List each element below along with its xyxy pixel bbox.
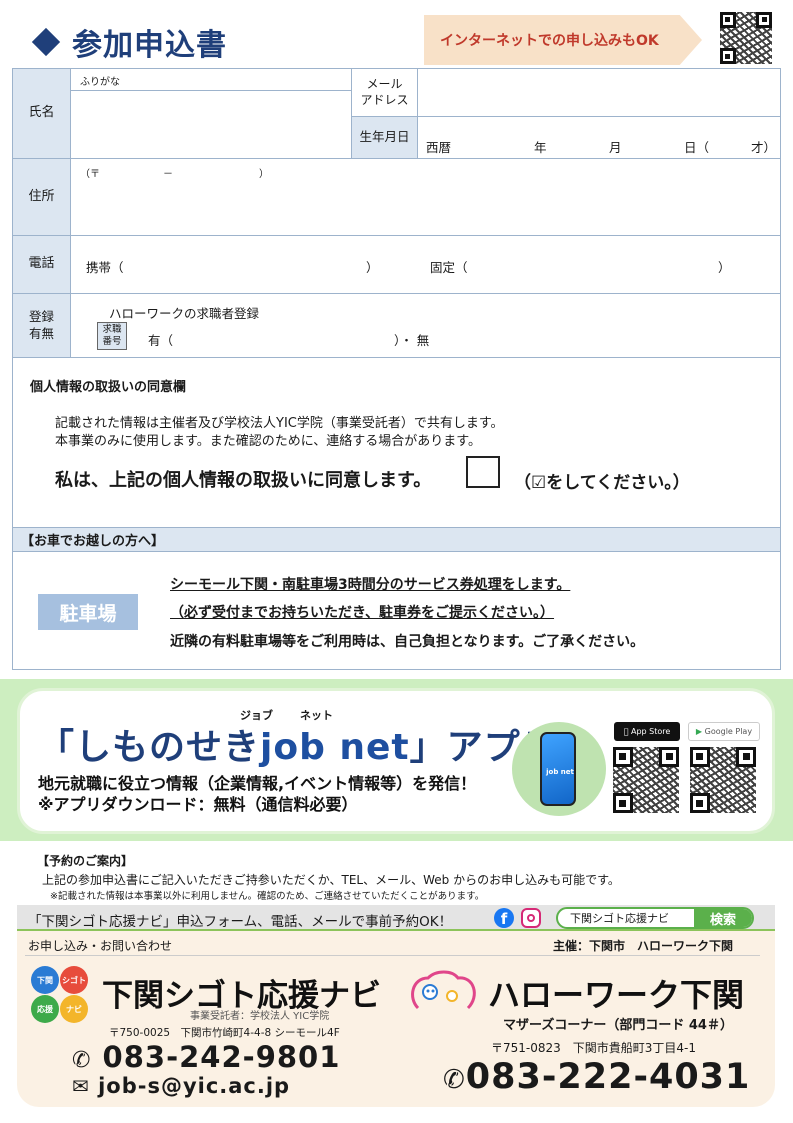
reservation-note: ※記載された情報は本事業以外に利用しません。確認のため、ご連絡させていただくこと… xyxy=(50,891,485,902)
shigoto-navi-logo: 下関 シゴト 応援 ナビ xyxy=(31,966,89,1024)
navi-address: 〒750-0025 下関市竹崎町4-4-8 シーモール4F xyxy=(109,1027,340,1039)
parking-line3: 近隣の有料駐車場等をご利用時は、自己負担となります。ご了承ください。 xyxy=(170,634,645,650)
dob-day: 日（ xyxy=(684,140,710,155)
parking-badge: 駐車場 xyxy=(38,594,138,630)
mobile-close: ） xyxy=(366,260,379,275)
landline-field[interactable] xyxy=(460,245,716,285)
app-title: 「しものせきjob net」アプリ xyxy=(38,727,558,768)
registration-yes: 有（ xyxy=(148,333,174,348)
qr-code-icon[interactable] xyxy=(690,747,756,813)
instagram-icon[interactable] xyxy=(521,908,541,928)
mobile-field[interactable] xyxy=(116,245,364,285)
app-store-badge[interactable]:  App Store xyxy=(614,722,680,741)
consent-checkbox[interactable] xyxy=(466,456,500,488)
qr-code-icon[interactable] xyxy=(720,12,772,64)
hellowork-name: ハローワーク下関 xyxy=(488,976,745,1014)
dob-month: 月 xyxy=(609,140,622,155)
phone-icon: job net xyxy=(540,732,576,806)
navi-phone[interactable]: ✆ 083-242-9801 xyxy=(72,1040,340,1074)
internet-application-banner: インターネットでの申し込みもOK xyxy=(424,15,702,65)
divider xyxy=(25,955,760,956)
consent-line1: 記載された情報は主催者及び学校法人YIC学院（事業受託者）で共有します。 xyxy=(55,416,504,431)
registration-no: ）・ 無 xyxy=(394,333,430,348)
landline-close: ） xyxy=(718,260,731,275)
qr-code-icon[interactable] xyxy=(613,747,679,813)
search-label: 下関シゴト応援ナビ xyxy=(570,912,669,925)
furigana-label: ふりがな xyxy=(80,77,120,88)
email-label: メール アドレス xyxy=(352,69,417,116)
name-field[interactable] xyxy=(71,91,351,158)
search-box[interactable]: 下関シゴト応援ナビ 検索 xyxy=(556,907,754,929)
name-label: 氏名 xyxy=(13,69,70,158)
parking-line2: （必ず受付までお持ちいただき、駐車券をご提示ください。） xyxy=(170,605,555,621)
job-number-field[interactable] xyxy=(172,322,390,350)
play-icon: ▶ xyxy=(695,727,705,736)
diamond-icon xyxy=(31,27,61,57)
smartphone-image: job net xyxy=(512,722,606,816)
hellowork-address: 〒751-0823 下関市貴船町3丁目4-1 xyxy=(491,1041,697,1055)
car-visitors-header: 【お車でお越しの方へ】 xyxy=(12,527,781,552)
hellowork-logo xyxy=(411,970,476,1010)
phone-icon: ✆ xyxy=(72,1048,92,1073)
reservation-bar-text: 「下関シゴト応援ナビ」申込フォーム、電話、メールで事前予約OK！ xyxy=(28,914,453,930)
address-field[interactable] xyxy=(71,159,780,235)
apple-icon:  xyxy=(624,727,629,736)
inquiry-label: お申し込み・お問い合わせ xyxy=(28,939,173,953)
google-play-badge[interactable]: ▶ Google Play xyxy=(688,722,760,741)
hw-registration-label: ハローワークの求職者登録 xyxy=(109,306,260,321)
consent-title: 個人情報の取扱いの同意欄 xyxy=(30,380,187,395)
reservation-title: 【予約のご案内】 xyxy=(37,854,134,868)
page-title: 参加申込書 xyxy=(31,20,227,64)
parking-line1: シーモール下関・南駐車場3時間分のサービス券処理をします。 xyxy=(170,577,571,593)
reservation-text: 上記の参加申込書にご記入いただきご持参いただくか、TEL、メール、Web からの… xyxy=(42,873,620,887)
divider xyxy=(12,293,781,294)
phone-icon: ✆ xyxy=(443,1065,466,1095)
email-field[interactable] xyxy=(418,69,780,116)
navi-operator: 事業受託者：学校法人 YIC学院 xyxy=(190,1011,330,1022)
dob-year: 年 xyxy=(534,140,547,155)
mail-icon: ✉ xyxy=(72,1074,90,1098)
consent-statement: 私は、上記の個人情報の取扱いに同意します。 xyxy=(55,470,432,491)
navi-email[interactable]: ✉ job-s@yic.ac.jp xyxy=(72,1074,290,1098)
facebook-icon[interactable]: f xyxy=(494,908,514,928)
app-line2: ※アプリダウンロード：無料（通信料必要） xyxy=(38,795,358,814)
hellowork-phone[interactable]: ✆083-222-4031 xyxy=(443,1057,750,1097)
consent-line2: 本事業のみに使用します。また確認のために、連絡する場合があります。 xyxy=(55,434,482,449)
title-text: 参加申込書 xyxy=(72,28,227,63)
address-label: 住所 xyxy=(13,159,70,235)
dob-age: 才） xyxy=(751,140,777,155)
divider xyxy=(12,235,781,236)
phone-label: 電話 xyxy=(13,236,70,293)
host-label: 主催：下関市 ハローワーク下関 xyxy=(553,939,734,953)
internet-note: インターネットでの申し込みもOK xyxy=(440,33,659,49)
registration-label: 登録 有無 xyxy=(13,294,70,357)
dob-label: 生年月日 xyxy=(352,117,417,158)
search-button[interactable]: 検索 xyxy=(694,909,752,927)
job-number-tag: 求職 番号 xyxy=(97,322,127,350)
consent-check-note: （☑をしてください。） xyxy=(514,473,690,493)
mothers-corner: マザーズコーナー（部門コード 44＃） xyxy=(503,1018,733,1033)
dob-era: 西暦 xyxy=(426,140,452,155)
